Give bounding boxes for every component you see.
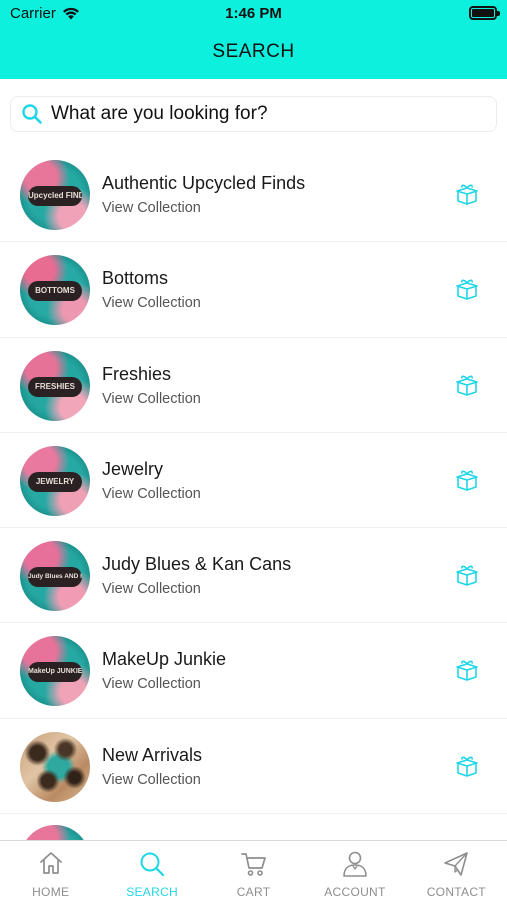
collection-thumbnail: JEWELRY: [20, 445, 90, 516]
top-bar: Carrier 1:46 PM SEARCH: [0, 0, 507, 79]
tab-label: SEARCH: [126, 885, 179, 899]
collection-title: Bottoms: [102, 268, 169, 289]
collection-list[interactable]: Upcycled FINDS Authentic Upcycled Finds …: [0, 147, 507, 840]
collection-title: Jewelry: [102, 458, 164, 479]
cart-icon: [240, 853, 266, 876]
thumbnail-badge: BOTTOMS: [28, 281, 82, 302]
tab-search[interactable]: SEARCH: [101, 841, 202, 900]
account-icon: [343, 851, 367, 877]
collection-thumbnail: MakeUp JUNKIE: [20, 636, 90, 707]
view-collection-link[interactable]: View Collection: [102, 676, 201, 692]
gift-icon[interactable]: [454, 183, 480, 205]
gift-icon[interactable]: [454, 374, 480, 396]
collection-thumbnail: BOTTOMS: [20, 255, 90, 326]
tab-cart[interactable]: CART: [203, 841, 304, 900]
collection-title: Judy Blues & Kan Cans: [102, 554, 292, 575]
collection-title: Freshies: [102, 363, 172, 384]
gift-icon[interactable]: [454, 659, 480, 682]
view-collection-link[interactable]: View Collection: [102, 581, 201, 597]
collection-thumbnail: FRESHIES: [20, 350, 90, 421]
thumbnail-badge: MakeUp JUNKIE: [28, 662, 82, 683]
collection-thumbnail: [20, 731, 90, 802]
list-item[interactable]: New Arrivals View Collection: [0, 719, 507, 815]
tab-account[interactable]: ACCOUNT: [304, 841, 405, 900]
tab-label: HOME: [32, 885, 70, 899]
page-title: SEARCH: [212, 41, 295, 62]
thumbnail-badge: Judy Blues AND Kan Cans: [28, 567, 82, 588]
collection-thumbnail: Judy Blues AND Kan Cans: [20, 541, 90, 612]
list-item[interactable]: Upcycled FINDS Authentic Upcycled Finds …: [0, 147, 507, 243]
home-icon: [39, 852, 62, 874]
tab-label: ACCOUNT: [324, 885, 386, 899]
gift-icon[interactable]: [454, 755, 480, 777]
collection-title: MakeUp Junkie: [102, 649, 227, 670]
thumbnail-badge: JEWELRY: [28, 471, 82, 492]
gift-icon[interactable]: [454, 469, 480, 491]
battery-icon: [469, 6, 500, 20]
tab-label: CART: [236, 885, 271, 899]
tab-home[interactable]: HOME: [0, 841, 101, 900]
gift-icon[interactable]: [454, 564, 480, 586]
list-item[interactable]: MakeUp JUNKIE MakeUp Junkie View Collect…: [0, 623, 507, 719]
collection-title: New Arrivals: [102, 744, 203, 765]
view-collection-link[interactable]: View Collection: [102, 772, 201, 788]
collection-thumbnail: Upcycled FINDS: [20, 160, 90, 230]
status-bar: Carrier 1:46 PM: [0, 0, 507, 28]
thumbnail-badge: FRESHIES: [28, 376, 82, 397]
search-input[interactable]: [51, 103, 471, 125]
tab-bar: HOME SEARCH CART ACCOUNT CONTACT: [0, 840, 507, 900]
view-collection-link[interactable]: View Collection: [102, 200, 201, 216]
list-item[interactable]: Judy Blues AND Kan Cans Judy Blues & Kan…: [0, 528, 507, 624]
view-collection-link[interactable]: View Collection: [102, 391, 201, 407]
tab-contact[interactable]: CONTACT: [406, 841, 507, 900]
search-icon: [140, 852, 165, 877]
search-icon: [22, 104, 42, 124]
view-collection-link[interactable]: View Collection: [102, 486, 201, 502]
list-item[interactable]: JEWELRY Jewelry View Collection: [0, 433, 507, 529]
tab-label: CONTACT: [426, 885, 486, 899]
paper-plane-icon: [444, 852, 469, 876]
list-item[interactable]: BOTTOMS Bottoms View Collection: [0, 242, 507, 338]
collection-title: Authentic Upcycled Finds: [102, 173, 306, 193]
thumbnail-badge: Upcycled FINDS: [28, 186, 82, 206]
list-item[interactable]: FRESHIES Freshies View Collection: [0, 338, 507, 433]
status-time: 1:46 PM: [225, 5, 282, 22]
search-bar[interactable]: [10, 96, 497, 132]
gift-icon[interactable]: [454, 278, 480, 301]
view-collection-link[interactable]: View Collection: [102, 295, 201, 311]
